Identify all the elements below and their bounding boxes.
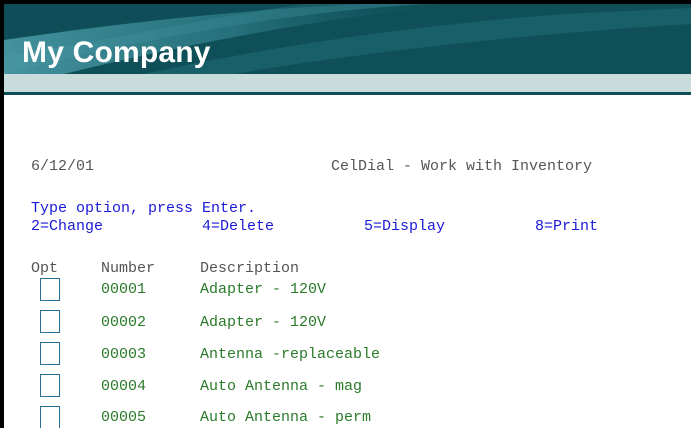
item-number: 00004 bbox=[101, 378, 147, 395]
terminal-window: My Company 6/12/01 CelDial - Work with I… bbox=[0, 0, 691, 428]
app-title: My Company bbox=[22, 36, 211, 69]
item-number: 00001 bbox=[101, 281, 147, 298]
column-header-opt: Opt bbox=[31, 260, 59, 277]
item-number: 00003 bbox=[101, 346, 147, 363]
header-band bbox=[4, 74, 691, 92]
option-display: 5=Display bbox=[364, 218, 446, 235]
item-description: Antenna -replaceable bbox=[200, 346, 381, 363]
item-number: 00005 bbox=[101, 409, 147, 426]
option-change: 2=Change bbox=[31, 218, 104, 235]
option-input[interactable] bbox=[40, 278, 60, 301]
header-divider bbox=[4, 92, 691, 95]
screen-title: CelDial - Work with Inventory bbox=[331, 158, 593, 175]
option-input[interactable] bbox=[40, 406, 60, 428]
instruction-text: Type option, press Enter. bbox=[31, 200, 257, 217]
item-number: 00002 bbox=[101, 314, 147, 331]
option-input[interactable] bbox=[40, 310, 60, 333]
screen-date: 6/12/01 bbox=[31, 158, 95, 175]
column-header-description: Description bbox=[200, 260, 300, 277]
item-description: Adapter - 120V bbox=[200, 281, 327, 298]
header-banner: My Company bbox=[4, 4, 691, 74]
option-input[interactable] bbox=[40, 342, 60, 365]
option-print: 8=Print bbox=[535, 218, 599, 235]
option-delete: 4=Delete bbox=[202, 218, 275, 235]
column-header-number: Number bbox=[101, 260, 156, 277]
item-description: Auto Antenna - perm bbox=[200, 409, 372, 426]
item-description: Auto Antenna - mag bbox=[200, 378, 363, 395]
item-description: Adapter - 120V bbox=[200, 314, 327, 331]
option-input[interactable] bbox=[40, 374, 60, 397]
